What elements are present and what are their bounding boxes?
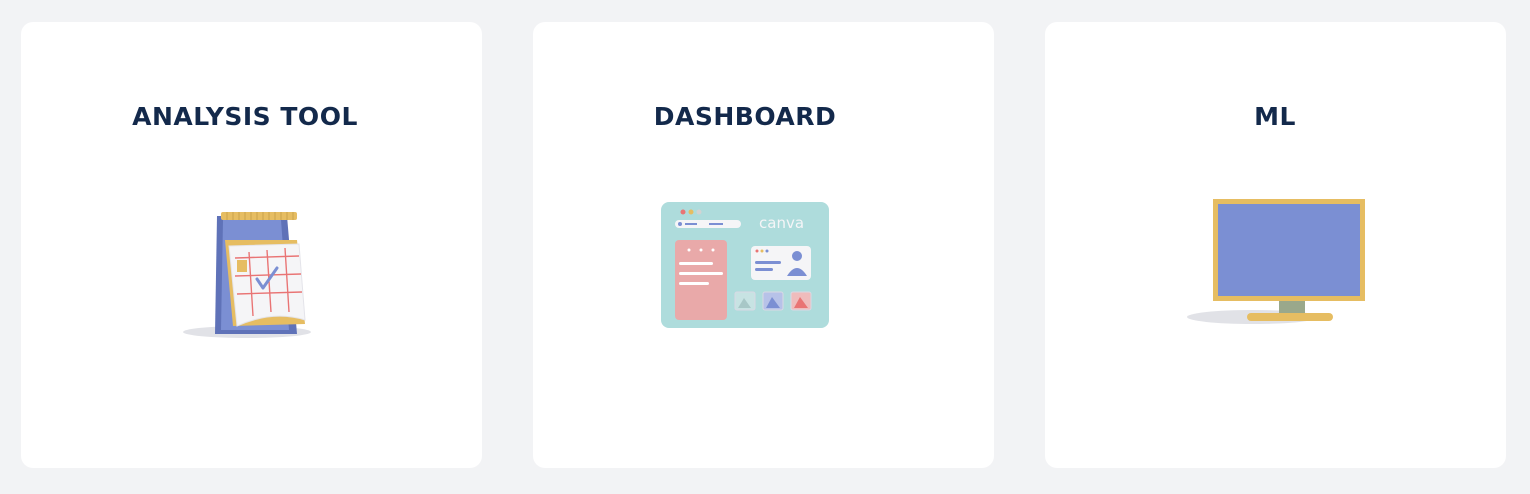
dashboard-browser-icon: canva <box>661 202 829 328</box>
card-title: DASHBOARD <box>653 102 837 131</box>
card-title: ANALYSIS TOOL <box>132 102 358 131</box>
dashboard-illustration-label: canva <box>759 214 804 232</box>
calendar-checklist-icon <box>183 212 311 338</box>
card-analysis-tool[interactable]: ANALYSIS TOOL <box>21 22 482 468</box>
card-ml[interactable]: ML <box>1045 22 1506 468</box>
card-dashboard[interactable]: DASHBOARD canva <box>533 22 994 468</box>
card-grid: ANALYSIS TOOL DASHBOARD canva ML <box>0 0 1530 494</box>
card-title: ML <box>1254 102 1296 131</box>
monitor-icon <box>1187 199 1365 324</box>
